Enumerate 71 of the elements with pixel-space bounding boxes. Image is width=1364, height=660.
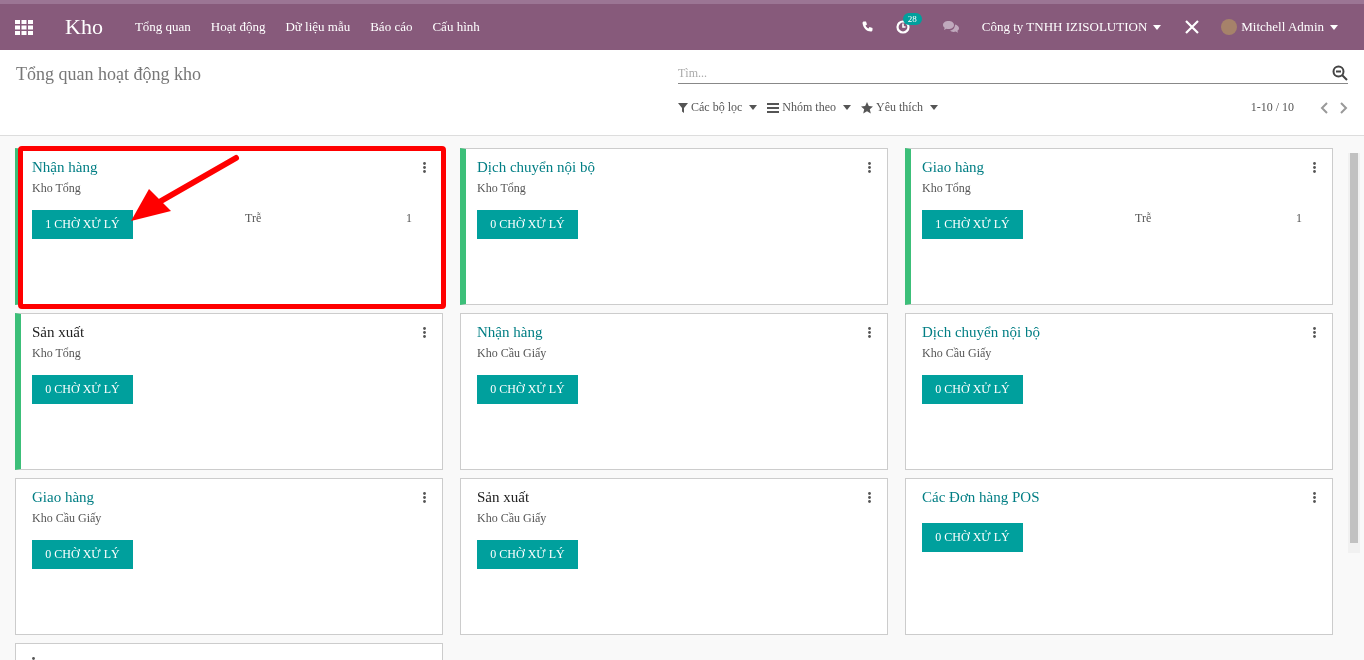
more-options-icon[interactable]	[868, 327, 871, 338]
late-count: 1	[1296, 211, 1302, 226]
apps-menu-icon[interactable]	[15, 19, 33, 35]
star-icon	[861, 101, 873, 114]
caret-icon	[930, 105, 938, 110]
card-title: Sản xuất	[32, 324, 85, 341]
app-title: Kho	[65, 14, 103, 40]
card-title-link[interactable]: Dịch chuyển nội bộ	[477, 159, 595, 176]
pending-button[interactable]: 1 CHỜ XỬ LÝ	[922, 210, 1023, 239]
card-title-link[interactable]: Dịch chuyển nội bộ	[922, 324, 1040, 341]
pending-button[interactable]: 0 CHỜ XỬ LÝ	[477, 375, 578, 404]
late-label: Trễ	[1135, 211, 1152, 226]
more-options-icon[interactable]	[868, 162, 871, 173]
card-title-link[interactable]: Giao hàng	[922, 159, 985, 176]
phone-icon[interactable]	[861, 21, 874, 33]
avatar-icon	[1221, 19, 1238, 35]
list-icon	[767, 102, 780, 113]
caret-icon	[1153, 24, 1162, 30]
more-options-icon[interactable]	[868, 492, 871, 503]
caret-icon	[1330, 24, 1338, 30]
scrollbar[interactable]	[1348, 153, 1360, 553]
search-icon[interactable]	[1332, 65, 1348, 81]
warehouse-name: Kho Cầu Giấy	[477, 511, 548, 526]
filter-dropdown[interactable]: Yêu thích	[861, 100, 938, 115]
late-count: 1	[406, 211, 412, 226]
chat-icon[interactable]	[941, 20, 960, 34]
more-options-icon[interactable]	[423, 492, 426, 503]
next-icon[interactable]	[1340, 101, 1348, 114]
warehouse-name: Kho Cầu Giấy	[922, 346, 993, 361]
pager-value: 1-10 / 10	[1250, 100, 1294, 115]
pending-button[interactable]: 1 CHỜ XỬ LÝ	[32, 210, 133, 239]
warehouse-name: Kho Tổng	[32, 181, 82, 196]
more-options-icon[interactable]	[1313, 492, 1316, 503]
caret-icon	[843, 105, 851, 110]
filter-dropdown[interactable]: Nhóm theo	[767, 100, 851, 115]
warehouse-name: Kho Cầu Giấy	[32, 511, 103, 526]
pending-button[interactable]: 0 CHỜ XỬ LÝ	[32, 375, 133, 404]
card-title-link[interactable]: Nhận hàng	[32, 159, 98, 176]
menu-item[interactable]: Báo cáo	[370, 19, 413, 35]
company-switcher[interactable]: Công ty TNHH IZISOLUTION	[981, 19, 1148, 35]
clock-icon[interactable]	[895, 20, 910, 34]
warehouse-name: Kho Cầu Giấy	[477, 346, 548, 361]
caret-icon	[749, 105, 758, 110]
filter-dropdown[interactable]: Các bộ lọc	[678, 100, 758, 115]
pending-button[interactable]: 0 CHỜ XỬ LÝ	[922, 523, 1023, 552]
menu-item[interactable]: Dữ liệu mẫu	[285, 19, 351, 35]
warehouse-name: Kho Tổng	[477, 181, 527, 196]
menu-item[interactable]: Cấu hình	[432, 19, 480, 35]
pending-button[interactable]: 0 CHỜ XỬ LÝ	[477, 210, 578, 239]
more-options-icon[interactable]	[1313, 162, 1316, 173]
previous-icon[interactable]	[1320, 101, 1328, 114]
pending-button[interactable]: 0 CHỜ XỬ LÝ	[922, 375, 1023, 404]
filter-icon	[678, 102, 688, 113]
card-title: Sản xuất	[477, 489, 530, 506]
menu-item[interactable]: Hoạt động	[210, 19, 266, 35]
page-title: Tổng quan hoạt động kho	[16, 64, 201, 84]
menu-item[interactable]: Tổng quan	[134, 19, 191, 35]
card-title-link[interactable]: Giao hàng	[32, 489, 95, 506]
pending-button[interactable]: 0 CHỜ XỬ LÝ	[477, 540, 578, 569]
more-options-icon[interactable]	[423, 162, 426, 173]
search-field[interactable]: Tìm...	[678, 65, 1332, 81]
pending-button[interactable]: 0 CHỜ XỬ LÝ	[32, 540, 133, 569]
user-menu[interactable]: Mitchell Admin	[1241, 19, 1324, 35]
card-title-link[interactable]: Nhận hàng	[477, 324, 543, 341]
warehouse-name: Kho Tổng	[922, 181, 972, 196]
warehouse-name: Kho Tổng	[32, 346, 82, 361]
notification-count: 28	[902, 13, 922, 25]
late-label: Trễ	[245, 211, 262, 226]
more-options-icon[interactable]	[423, 327, 426, 338]
more-options-icon[interactable]	[1313, 327, 1316, 338]
card-title-link[interactable]: Các Đơn hàng POS	[922, 489, 1040, 506]
